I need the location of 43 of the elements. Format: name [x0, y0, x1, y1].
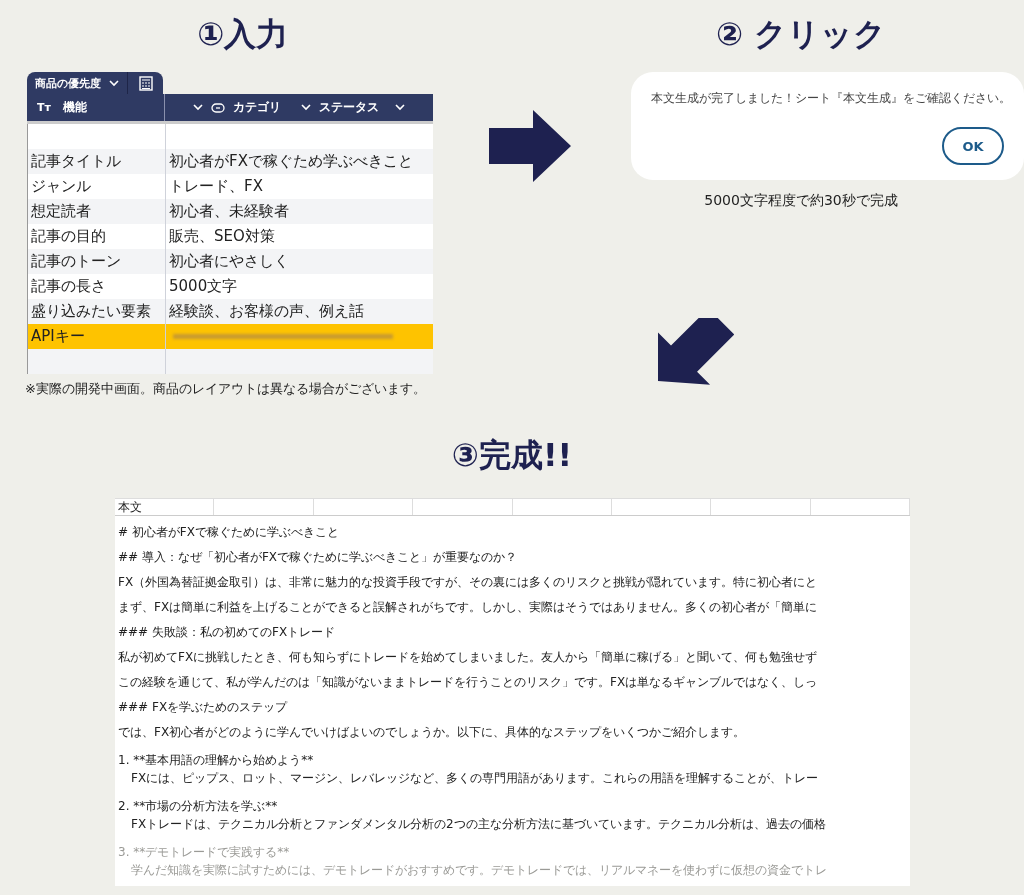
table-cell-text: トレード、FX — [168, 176, 264, 197]
column-header[interactable]: ステータス — [319, 99, 379, 116]
text-line: 3. **デモトレードで実践する** — [118, 844, 291, 861]
table-cell-text: 経験談、お客様の声、例え話 — [168, 301, 365, 322]
select-type-icon — [211, 102, 225, 113]
text-line: ## 導入：なぜ「初心者がFXで稼ぐために学ぶべきこと」が重要なのか？ — [118, 549, 519, 566]
chevron-down-icon — [109, 79, 119, 87]
chevron-down-icon[interactable] — [301, 104, 311, 111]
ok-button[interactable]: OK — [942, 127, 1004, 165]
header-cell: 本文 — [115, 498, 215, 515]
text-line: では、FX初心者がどのように学んでいけばよいのでしょうか。以下に、具体的なステップをいくつかご紹介します。 — [118, 724, 747, 741]
text-line: 1. **基本用語の理解から始めよう** — [118, 752, 315, 769]
chevron-down-icon[interactable] — [193, 104, 203, 111]
chevron-down-icon[interactable] — [395, 104, 405, 111]
column-header[interactable]: 機能 — [62, 99, 87, 116]
text-type-icon: Tт — [37, 101, 51, 114]
sheet-tab[interactable]: 商品の優先度 — [27, 72, 128, 94]
table-cell-text: 初心者にやさしく — [168, 251, 290, 272]
calculator-icon — [138, 75, 153, 91]
text-line: FXトレードは、テクニカル分析とファンダメンタル分析の2つの主な分析方法に基づいています。テクニカル分析は、過去の価格 — [130, 816, 827, 833]
step-title: ①入力 — [196, 14, 290, 55]
text-line: ### FXを学ぶためのステップ — [118, 699, 289, 716]
text-line: 私が初めてFXに挑戦したとき、何も知らずにトレードを始めてしまいました。友人から「簡単に稼げる」と聞いて、何も勉強せず — [118, 649, 819, 666]
text-line: FXには、ピップス、ロット、マージン、レバレッジなど、多くの専門用語があります。これらの用語を理解することが、トレー — [130, 770, 820, 787]
text-line: FX（外国為替証拠金取引）は、非常に魅力的な投資手段ですが、その裏には多くのリスクと挑戦が隠れています。特に初心者にと — [118, 574, 819, 591]
table-cell-text: 初心者がFXで稼ぐため学ぶべきこと — [168, 151, 414, 172]
right-arrow-icon — [488, 110, 571, 182]
disclaimer-note: ※実際の開発中画面。商品のレイアウトは異なる場合がございます。 — [25, 380, 427, 398]
text-line: # 初心者がFXで稼ぐために学ぶべきこと — [118, 524, 340, 541]
caption: 5000文字程度で約30秒で完成 — [703, 192, 899, 210]
calculator-button[interactable] — [128, 72, 163, 94]
text-line: この経験を通じて、私が学んだのは「知識がないままトレードを行うことのリスク」です。FXは単なるギャンブルではなく、しっ — [118, 674, 819, 691]
table-cell-text: 初心者、未経験者 — [168, 201, 290, 222]
text-line: まず、FXは簡単に利益を上げることができると誤解されがちです。しかし、実際はそうではありません。多くの初心者が「簡単に — [118, 599, 819, 616]
text-line: 2. **市場の分析方法を学ぶ** — [118, 798, 279, 815]
text-line: ### 失敗談：私の初めてのFXトレード — [118, 624, 337, 641]
table-cell-text: 5000文字 — [168, 276, 239, 297]
step-title: ② クリック — [714, 14, 888, 55]
dialog-message: 本文生成が完了しました！シート『本文生成』をご確認ください。 — [651, 90, 1004, 107]
table-cell-text: 販売、SEO対策 — [168, 226, 276, 247]
text-line: 学んだ知識を実際に試すためには、デモトレードがおすすめです。デモトレードでは、リアルマネーを使わずに仮想の資金でトレ — [130, 862, 828, 879]
column-header[interactable]: カテゴリ — [233, 99, 281, 116]
step-title: ③完成!! — [450, 435, 574, 476]
